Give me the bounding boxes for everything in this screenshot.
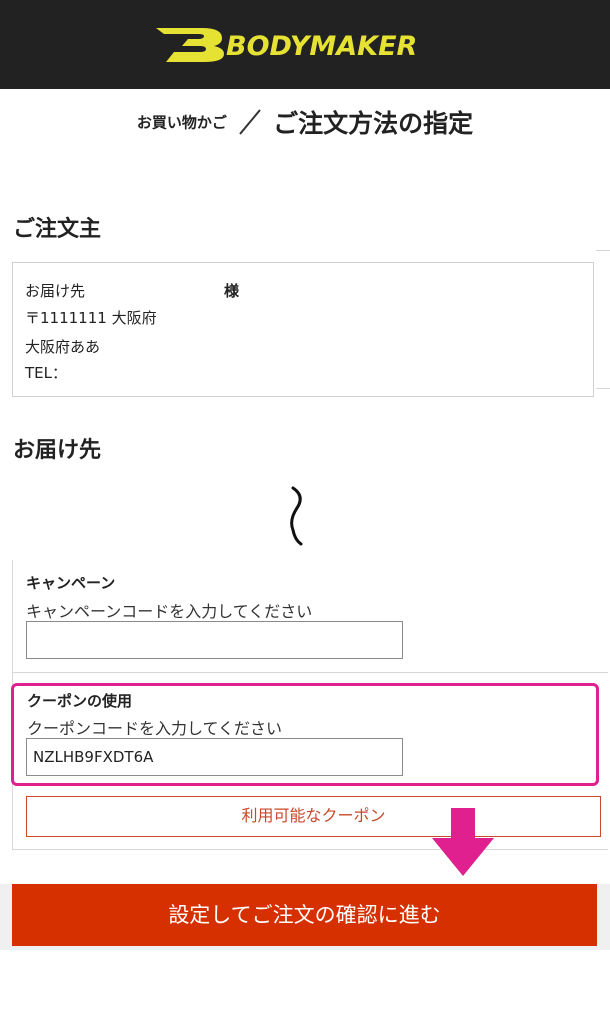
honorific: 様 — [224, 282, 240, 300]
bodymaker-logo-icon: BODYMAKER — [156, 28, 417, 62]
confirm-order-button[interactable]: 設定してご注文の確認に進む — [12, 884, 597, 946]
breadcrumb: お買い物かご ご注文方法の指定 — [0, 104, 610, 140]
brand-logo[interactable]: BODYMAKER — [152, 22, 452, 68]
arrow-down-icon — [432, 808, 494, 876]
edge-divider — [596, 388, 610, 389]
recipient-label: お届け先 — [25, 282, 86, 300]
page-title: ご注文方法の指定 — [273, 109, 474, 138]
coupon-code-input[interactable] — [26, 738, 403, 776]
coupon-hint: クーポンコードを入力してください — [27, 719, 283, 738]
orderer-heading: ご注文主 — [13, 217, 102, 242]
orderer-info-box: お届け先 様 〒1111111 大阪府 大阪府ああ TEL： — [12, 262, 594, 397]
address-line: 大阪府ああ — [25, 338, 101, 356]
site-header: BODYMAKER — [0, 0, 610, 89]
campaign-code-input[interactable] — [26, 621, 403, 659]
postal-code: 〒1111111 大阪府 — [25, 309, 157, 327]
available-coupons-button[interactable]: 利用可能なクーポン — [26, 796, 601, 837]
delivery-heading: お届け先 — [13, 438, 102, 463]
brand-name: BODYMAKER — [226, 31, 417, 62]
tel-line: TEL： — [25, 364, 67, 382]
slash-separator-icon — [239, 109, 261, 135]
edge-divider — [596, 250, 610, 251]
coupon-label: クーポンの使用 — [27, 692, 133, 710]
campaign-hint: キャンペーンコードを入力してください — [26, 602, 313, 621]
breadcrumb-cart-link[interactable]: お買い物かご — [137, 114, 227, 132]
omission-wave-icon — [290, 486, 303, 546]
form-divider — [12, 672, 608, 673]
campaign-label: キャンペーン — [26, 574, 116, 592]
